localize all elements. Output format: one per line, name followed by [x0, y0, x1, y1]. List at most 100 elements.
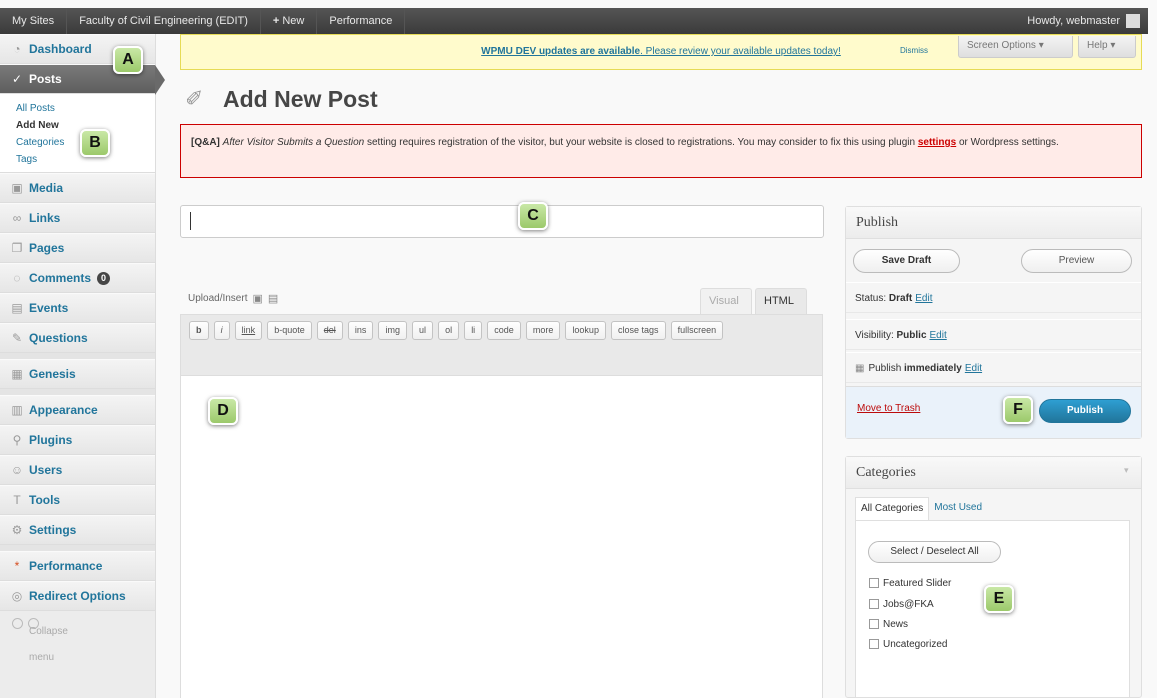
updates-available-link[interactable]: WPMU DEV updates are available — [481, 46, 640, 57]
comment-icon: ◌ — [13, 271, 21, 285]
menu-appearance[interactable]: ▥ Appearance — [0, 395, 155, 425]
category-checkbox[interactable] — [869, 639, 879, 649]
collapse-menu-button[interactable]: Collapse menu — [0, 611, 155, 663]
dismiss-link[interactable]: Dismiss — [900, 46, 928, 55]
status-value: Draft — [888, 293, 913, 304]
settings-link[interactable]: settings — [918, 137, 956, 148]
edit-timestamp-link[interactable]: Edit — [965, 363, 982, 374]
qt-li-button[interactable]: li — [464, 321, 483, 340]
posts-submenu: All Posts Add New Categories Tags — [0, 94, 155, 173]
account-menu[interactable]: Howdy, webmaster — [1015, 8, 1148, 34]
move-to-trash-link[interactable]: Move to Trash — [857, 403, 920, 414]
menu-media[interactable]: ▣ Media — [0, 173, 155, 203]
publish-button[interactable]: Publish — [1039, 399, 1131, 423]
add-media-icon[interactable]: ▤ — [268, 292, 278, 305]
tab-most-used[interactable]: Most Used — [929, 497, 987, 521]
help-button[interactable]: Help ▾ — [1078, 36, 1136, 58]
callout-c: C — [518, 202, 548, 230]
calendar-icon: ▦ — [855, 363, 865, 374]
plus-icon: + — [272, 15, 280, 27]
category-checkbox[interactable] — [869, 599, 879, 609]
qt-ol-button[interactable]: ol — [438, 321, 460, 340]
menu-pages[interactable]: ❐ Pages — [0, 233, 155, 263]
menu-label: Questions — [29, 331, 88, 345]
qt-fullscreen-button[interactable]: fullscreen — [670, 321, 724, 340]
my-sites-link[interactable]: My Sites — [0, 8, 68, 34]
performance-link[interactable]: Performance — [317, 8, 406, 34]
collapse-arrow-icon[interactable]: ▾ — [1124, 465, 1129, 476]
categories-box-title[interactable]: Categories — [846, 457, 1141, 489]
menu-label: Settings — [29, 523, 77, 537]
status-label: Status: — [855, 293, 889, 304]
new-content-link[interactable]: + New — [261, 8, 318, 34]
link-icon: ∞ — [12, 211, 22, 225]
howdy-text: Howdy, webmaster — [1027, 15, 1120, 27]
edit-visibility-link[interactable]: Edit — [930, 330, 947, 341]
menu-questions[interactable]: ✎ Questions — [0, 323, 155, 353]
site-name-link[interactable]: Faculty of Civil Engineering (EDIT) — [67, 8, 261, 34]
menu-users[interactable]: ☺ Users — [0, 455, 155, 485]
new-label: New — [282, 15, 305, 27]
category-item[interactable]: Uncategorized — [869, 636, 947, 652]
publish-time-value: immediately — [904, 363, 962, 374]
menu-tools[interactable]: T Tools — [0, 485, 155, 515]
settings-icon: ⚙ — [11, 523, 23, 537]
menu-comments[interactable]: ◌ Comments 0 — [0, 263, 155, 293]
menu-settings[interactable]: ⚙ Settings — [0, 515, 155, 545]
menu-label: Tools — [29, 493, 61, 507]
menu-label: Redirect Options — [29, 589, 126, 603]
menu-links[interactable]: ∞ Links — [0, 203, 155, 233]
qt-lookup-button[interactable]: lookup — [565, 321, 606, 340]
save-draft-button[interactable]: Save Draft — [853, 249, 960, 273]
preview-button[interactable]: Preview — [1021, 249, 1132, 273]
category-item[interactable]: Jobs@FKA — [869, 596, 934, 612]
qt-blockquote-button[interactable]: b-quote — [267, 321, 312, 340]
qt-close-tags-button[interactable]: close tags — [611, 321, 666, 340]
review-updates-link[interactable]: . Please review your available updates t… — [640, 46, 841, 57]
category-tabs: All Categories Most Used — [855, 497, 987, 521]
post-content-editor[interactable] — [180, 376, 823, 698]
category-label: Uncategorized — [883, 638, 948, 650]
post-title-input[interactable] — [180, 205, 824, 238]
menu-events[interactable]: ▤ Events — [0, 293, 155, 323]
tools-icon: T — [13, 493, 21, 507]
visibility-row: Visibility: Public Edit — [846, 319, 1141, 350]
visibility-label: Visibility: — [855, 330, 897, 341]
menu-plugins[interactable]: ⚲ Plugins — [0, 425, 155, 455]
menu-label: Media — [29, 181, 64, 195]
qt-more-button[interactable]: more — [525, 321, 561, 340]
qt-code-button[interactable]: code — [487, 321, 521, 340]
notice-setting-name: After Visitor Submits a Question — [222, 137, 365, 148]
qt-ins-button[interactable]: ins — [347, 321, 374, 340]
category-checkbox[interactable] — [869, 619, 879, 629]
tab-all-categories[interactable]: All Categories — [855, 497, 930, 521]
category-item[interactable]: News — [869, 616, 908, 632]
callout-d: D — [208, 397, 238, 425]
tab-html[interactable]: HTML — [755, 288, 807, 314]
qt-ul-button[interactable]: ul — [412, 321, 434, 340]
tab-visual[interactable]: Visual — [700, 288, 752, 314]
add-image-icon[interactable]: ▣ — [252, 292, 262, 305]
qt-italic-button[interactable]: i — [213, 321, 230, 340]
category-item[interactable]: Featured Slider — [869, 575, 951, 591]
menu-performance[interactable]: * Performance — [0, 551, 155, 581]
qt-bold-button[interactable]: b — [189, 321, 209, 340]
menu-redirect-options[interactable]: ◎ Redirect Options — [0, 581, 155, 611]
edit-status-link[interactable]: Edit — [915, 293, 932, 304]
submenu-all-posts[interactable]: All Posts — [16, 100, 155, 117]
category-checkbox[interactable] — [869, 578, 879, 588]
qt-link-button[interactable]: link — [234, 321, 263, 340]
media-icon: ▣ — [11, 181, 23, 195]
qt-del-button[interactable]: del — [316, 321, 343, 340]
category-label: News — [883, 618, 909, 630]
screen-options-button[interactable]: Screen Options ▾ — [958, 36, 1073, 58]
visibility-value: Public — [896, 330, 927, 341]
menu-label: Posts — [29, 72, 62, 86]
select-deselect-all-button[interactable]: Select / Deselect All — [868, 541, 1001, 563]
menu-label: Comments — [29, 271, 92, 285]
menu-genesis[interactable]: ▦ Genesis — [0, 359, 155, 389]
category-label: Jobs@FKA — [883, 598, 934, 610]
collapse-label: Collapse menu — [28, 617, 68, 663]
menu-label: Dashboard — [29, 42, 92, 56]
qt-img-button[interactable]: img — [378, 321, 407, 340]
